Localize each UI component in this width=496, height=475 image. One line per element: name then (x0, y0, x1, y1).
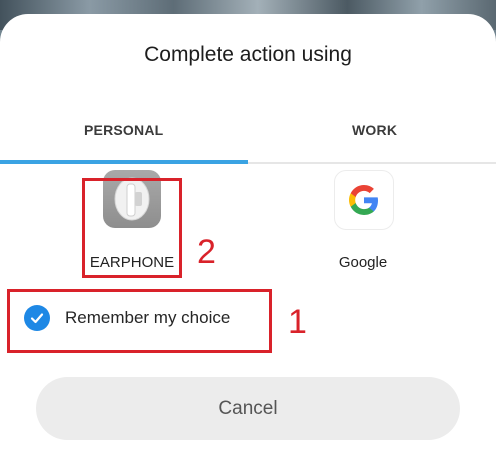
tab-selected-indicator (0, 160, 248, 164)
app-label-google: Google (338, 254, 388, 271)
annotation-marker-1: 1 (288, 303, 307, 341)
annotation-marker-2: 2 (197, 233, 216, 271)
dialog-title: Complete action using (144, 43, 352, 66)
tab-personal[interactable]: PERSONAL (84, 122, 163, 138)
google-g-icon (334, 170, 394, 230)
annotation-box-earphone (82, 178, 182, 278)
tab-work[interactable]: WORK (352, 122, 397, 138)
cancel-button[interactable]: Cancel (36, 377, 460, 440)
app-option-google[interactable]: Google (303, 170, 423, 271)
annotation-box-remember (7, 289, 272, 353)
